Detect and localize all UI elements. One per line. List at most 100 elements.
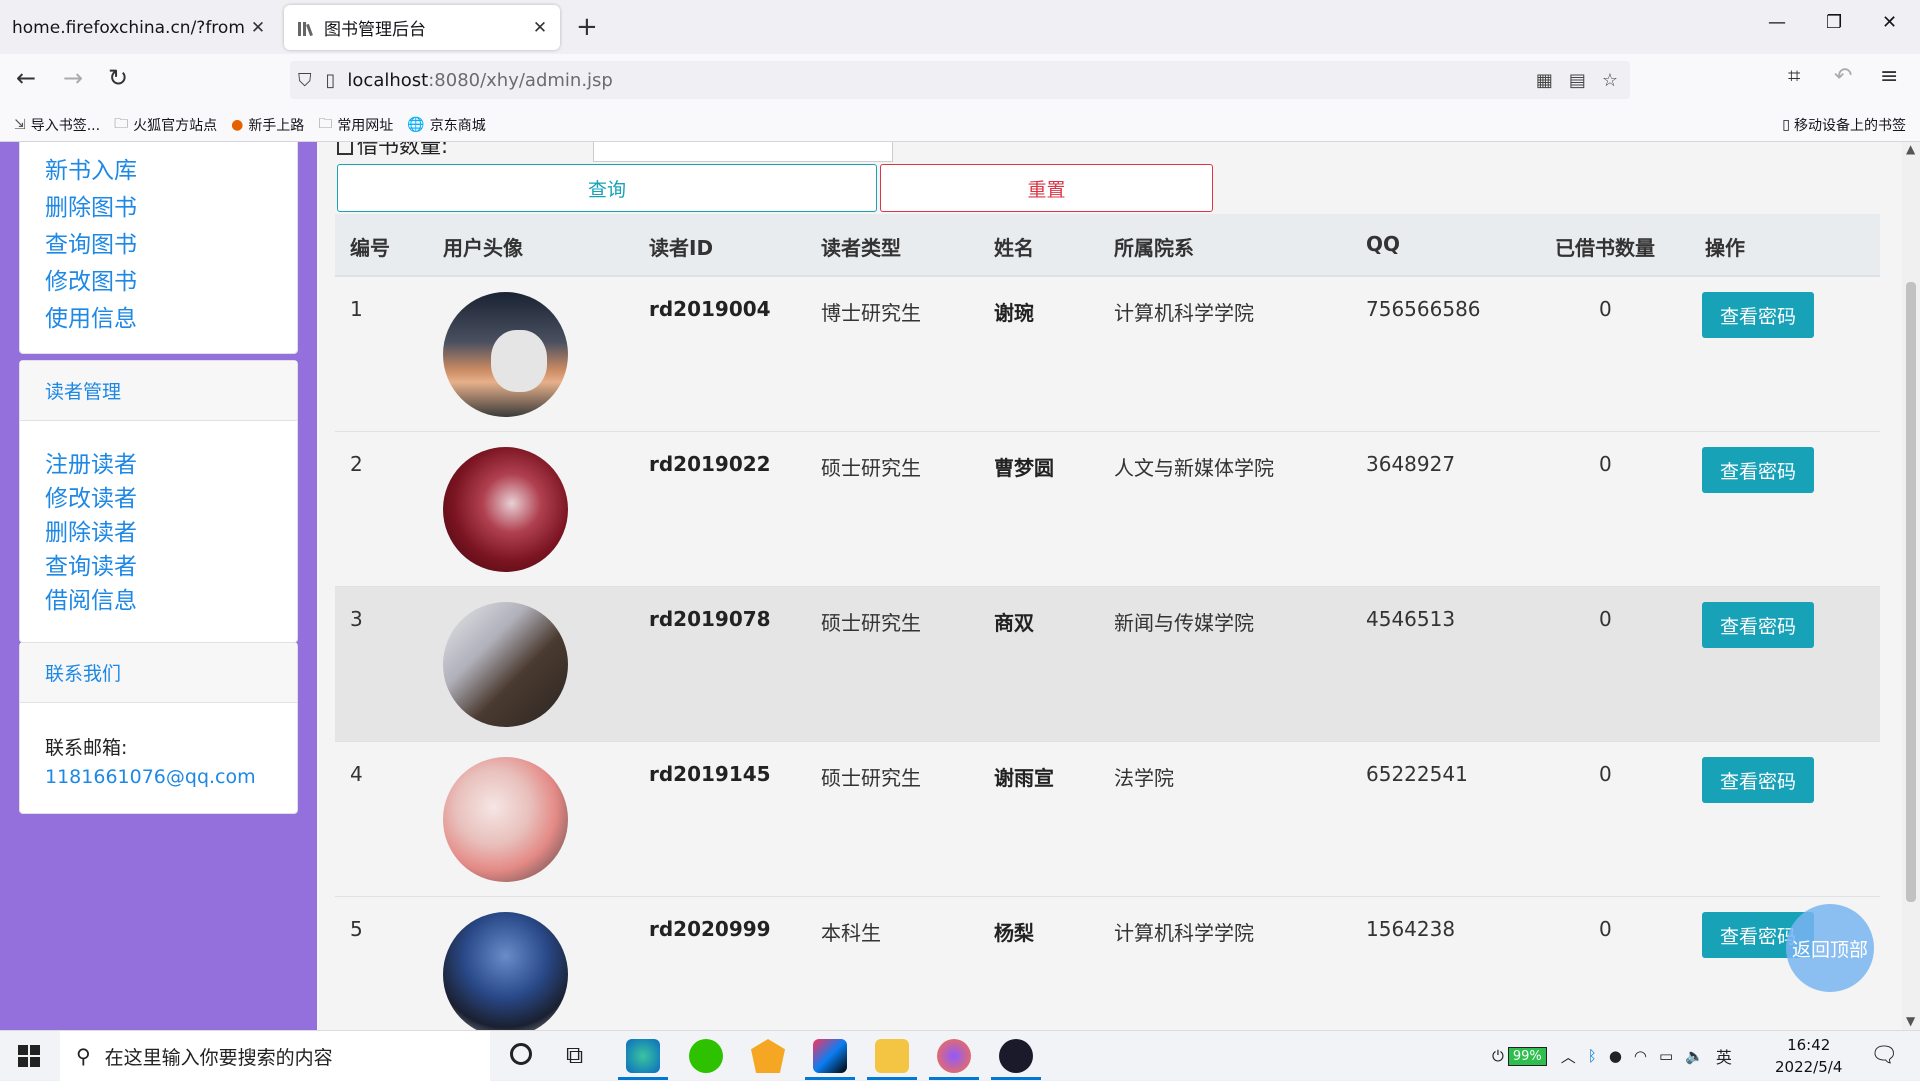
menu-register-reader[interactable]: 注册读者 bbox=[20, 445, 297, 479]
tab-admin[interactable]: 图书管理后台 ✕ bbox=[284, 5, 560, 50]
url-bar[interactable]: ⛉ ▯ localhost:8080/xhy/admin.jsp ▦ ▤ ☆ bbox=[290, 61, 1630, 99]
menu-delete-book[interactable]: 删除图书 bbox=[20, 188, 297, 225]
cortana-icon[interactable] bbox=[510, 1043, 532, 1065]
url-path: :8080/xhy/admin.jsp bbox=[428, 69, 613, 91]
menu-new-book[interactable]: 新书入库 bbox=[20, 151, 297, 188]
view-password-button[interactable]: 查看密码 bbox=[1702, 757, 1814, 803]
file-explorer-icon[interactable] bbox=[875, 1039, 909, 1073]
bookmark-label: 常用网址 bbox=[337, 117, 394, 134]
checkbox-icon[interactable] bbox=[337, 142, 353, 155]
user-avatar bbox=[443, 447, 568, 572]
task-view-icon[interactable]: ⧉ bbox=[566, 1041, 583, 1069]
sidebar: 新书入库 删除图书 查询图书 修改图书 使用信息 读者管理 注册读者 修改读者 … bbox=[0, 142, 317, 1030]
bookmark-import[interactable]: ⇲ 导入书签... bbox=[14, 115, 100, 135]
wifi-icon[interactable]: ◠ bbox=[1634, 1047, 1647, 1065]
bookmark-firefox-site[interactable]: 🗀 火狐官方站点 bbox=[114, 113, 217, 137]
reader-management-header[interactable]: 读者管理 bbox=[20, 361, 297, 421]
tab-firefoxchina[interactable]: home.firefoxchina.cn/?from=extra_start ✕ bbox=[0, 5, 278, 50]
view-password-button[interactable]: 查看密码 bbox=[1702, 447, 1814, 493]
back-to-top-button[interactable]: 返回顶部 bbox=[1786, 904, 1874, 992]
scroll-up-icon[interactable]: ▲ bbox=[1906, 142, 1915, 156]
system-tray: ⏻ 99% ︿ ᛒ ● ◠ ▭ 🔈 英 bbox=[1492, 1031, 1732, 1081]
menu-borrow-info[interactable]: 借阅信息 bbox=[20, 581, 297, 615]
close-tab-icon[interactable]: ✕ bbox=[246, 18, 270, 38]
shield-icon[interactable]: ⛉ bbox=[298, 70, 312, 91]
bluetooth-icon[interactable]: ᛒ bbox=[1588, 1047, 1597, 1065]
firefox-icon[interactable] bbox=[937, 1039, 971, 1073]
menu-edit-book[interactable]: 修改图书 bbox=[20, 262, 297, 299]
window-close-icon[interactable]: ✕ bbox=[1882, 12, 1897, 33]
cell-department: 计算机科学学院 bbox=[1114, 301, 1254, 325]
restore-icon[interactable]: ❐ bbox=[1826, 12, 1842, 33]
borrow-count-label: 借书数量: bbox=[337, 142, 448, 160]
cell-name: 商双 bbox=[994, 611, 1034, 635]
col-reader-type: 读者类型 bbox=[821, 236, 901, 260]
scroll-down-icon[interactable]: ▼ bbox=[1906, 1014, 1915, 1028]
bookmark-common-sites[interactable]: 🗀 常用网址 bbox=[318, 113, 393, 137]
query-button[interactable]: 查询 bbox=[337, 164, 877, 212]
menu-query-book[interactable]: 查询图书 bbox=[20, 225, 297, 262]
close-tab-icon[interactable]: ✕ bbox=[528, 18, 552, 38]
reader-view-icon[interactable]: ▤ bbox=[1569, 70, 1586, 91]
contact-email-link[interactable]: 1181661076@qq.com bbox=[20, 766, 297, 788]
bookmark-star-icon[interactable]: ☆ bbox=[1602, 70, 1618, 91]
contact-header[interactable]: 联系我们 bbox=[20, 643, 297, 703]
cell-number: 2 bbox=[350, 452, 363, 476]
user-app-icon[interactable] bbox=[999, 1039, 1033, 1073]
reload-icon[interactable]: ↻ bbox=[108, 64, 128, 92]
url-text[interactable]: localhost:8080/xhy/admin.jsp bbox=[347, 70, 612, 91]
cell-borrow-count: 0 bbox=[1599, 917, 1612, 941]
menu-query-reader[interactable]: 查询读者 bbox=[20, 547, 297, 581]
table-header: 编号 用户头像 读者ID 读者类型 姓名 所属院系 QQ 已借书数量 操作 bbox=[335, 214, 1880, 276]
table-row: 1 rd2019004 博士研究生 谢琬 计算机科学学院 756566586 0… bbox=[335, 276, 1880, 431]
cell-qq: 65222541 bbox=[1366, 762, 1468, 786]
bookmark-mobile[interactable]: ▯ 移动设备上的书签 bbox=[1782, 115, 1906, 135]
shield-app-icon[interactable] bbox=[751, 1039, 785, 1073]
reset-button[interactable]: 重置 bbox=[880, 164, 1213, 212]
undo-icon[interactable]: ↶ bbox=[1834, 64, 1852, 89]
user-avatar bbox=[443, 912, 568, 1030]
volume-icon[interactable]: 🔈 bbox=[1685, 1047, 1704, 1065]
bookmark-getting-started[interactable]: ● 新手上路 bbox=[231, 115, 304, 135]
qr-code-icon[interactable]: ▦ bbox=[1536, 70, 1553, 91]
show-hidden-icons[interactable]: ︿ bbox=[1561, 1046, 1576, 1067]
clock-date: 2022/5/4 bbox=[1775, 1058, 1843, 1076]
library-icon bbox=[298, 20, 314, 36]
view-password-button[interactable]: 查看密码 bbox=[1702, 602, 1814, 648]
qq-icon[interactable]: ● bbox=[1609, 1047, 1622, 1065]
edge-icon[interactable] bbox=[626, 1039, 660, 1073]
cell-number: 5 bbox=[350, 917, 363, 941]
cell-department: 人文与新媒体学院 bbox=[1114, 456, 1274, 480]
borrow-count-input[interactable] bbox=[593, 142, 893, 162]
menu-delete-reader[interactable]: 删除读者 bbox=[20, 513, 297, 547]
new-tab-icon[interactable]: + bbox=[576, 12, 598, 42]
notification-icon[interactable]: 🗨 bbox=[1870, 1043, 1898, 1068]
scroll-thumb[interactable] bbox=[1906, 282, 1916, 902]
battery-indicator[interactable]: 99% bbox=[1507, 1046, 1547, 1066]
back-arrow-icon[interactable]: ← bbox=[16, 64, 36, 92]
ime-indicator[interactable]: 英 bbox=[1716, 1044, 1732, 1068]
windows-start-icon[interactable] bbox=[18, 1045, 40, 1067]
menu-icon[interactable]: ≡ bbox=[1880, 64, 1898, 89]
menu-edit-reader[interactable]: 修改读者 bbox=[20, 479, 297, 513]
cell-name: 谢琬 bbox=[994, 301, 1034, 325]
col-department: 所属院系 bbox=[1114, 236, 1194, 260]
battery-icon[interactable]: ▭ bbox=[1659, 1047, 1673, 1065]
forward-arrow-icon[interactable]: → bbox=[63, 64, 83, 92]
minimize-icon[interactable]: — bbox=[1768, 12, 1786, 33]
cell-name: 杨梨 bbox=[994, 921, 1034, 945]
cell-reader-id: rd2019004 bbox=[649, 297, 771, 321]
view-password-button[interactable]: 查看密码 bbox=[1702, 292, 1814, 338]
globe-icon: 🌐 bbox=[407, 116, 425, 133]
crop-icon[interactable]: ⌗ bbox=[1788, 64, 1800, 89]
intellij-icon[interactable] bbox=[813, 1039, 847, 1073]
taskbar-search[interactable]: ⚲ 在这里输入你要搜索的内容 bbox=[60, 1031, 490, 1081]
table-row: 5 rd2020999 本科生 杨梨 计算机科学学院 1564238 0 查看密… bbox=[335, 896, 1880, 1030]
wechat-icon[interactable] bbox=[689, 1039, 723, 1073]
bookmark-jd[interactable]: 🌐 京东商城 bbox=[407, 115, 485, 135]
vertical-scrollbar[interactable]: ▲ ▼ bbox=[1902, 142, 1920, 1030]
menu-usage-info[interactable]: 使用信息 bbox=[20, 299, 297, 336]
cell-number: 1 bbox=[350, 297, 363, 321]
cell-borrow-count: 0 bbox=[1599, 762, 1612, 786]
taskbar-clock[interactable]: 16:42 2022/5/4 bbox=[1775, 1034, 1842, 1078]
